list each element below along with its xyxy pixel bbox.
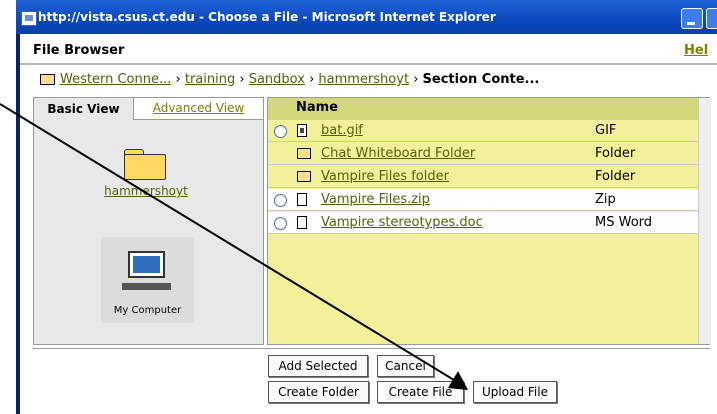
my-computer-label: My Computer [113,305,182,316]
breadcrumb-separator: › [175,72,181,87]
folder-icon [297,148,311,159]
divider [33,348,710,349]
create-file-button[interactable]: Create File [377,381,464,403]
name-column-header[interactable]: Name [296,100,338,115]
maximize-button[interactable] [706,8,717,29]
help-link[interactable]: Hel [684,43,708,58]
upload-file-button[interactable]: Upload File [473,381,557,403]
file-type: GIF [595,123,617,138]
ie-page-icon [21,11,37,26]
file-name-link[interactable]: Vampire stereotypes.doc [321,215,483,230]
breadcrumb-current: Section Conte... [422,72,540,87]
file-name-link[interactable]: Vampire Files folder [321,169,449,184]
select-radio[interactable] [274,194,287,207]
create-folder-button[interactable]: Create Folder [268,381,369,403]
file-icon [297,193,307,206]
tab-basic-view[interactable]: Basic View [34,98,134,120]
file-name-link[interactable]: Chat Whiteboard Folder [321,146,475,161]
computer-icon [128,251,165,278]
tab-advanced-view[interactable]: Advanced View [134,98,263,120]
file-icon [297,216,307,229]
file-type: Folder [595,169,636,184]
minimize-button[interactable] [681,8,703,29]
file-type: Zip [595,192,616,207]
cancel-button[interactable]: Cancel [377,355,434,377]
breadcrumb-link[interactable]: Sandbox [249,72,305,87]
keyboard-icon [122,283,171,290]
breadcrumb-link[interactable]: training [185,72,235,87]
breadcrumb-separator: › [239,72,245,87]
file-type: Folder [595,146,636,161]
breadcrumb-separator: › [413,72,419,87]
folder-icon [297,171,311,182]
header-bar [20,39,717,65]
window-title: http://vista.csus.ct.edu - Choose a File… [38,10,496,24]
scrollbar[interactable] [698,98,711,344]
file-type: MS Word [595,215,653,230]
folder-icon[interactable] [124,149,167,180]
breadcrumb-link[interactable]: Western Conne... [60,72,171,87]
file-name-link[interactable]: Vampire Files.zip [321,192,430,207]
breadcrumb: Western Conne... › training › Sandbox › … [40,72,539,87]
page-title: File Browser [33,43,125,58]
breadcrumb-link[interactable]: hammershoyt [318,72,409,87]
file-name-link[interactable]: bat.gif [321,123,363,138]
select-radio[interactable] [274,125,287,138]
add-selected-button[interactable]: Add Selected [268,355,368,377]
image-file-icon [297,124,307,137]
breadcrumb-separator: › [309,72,315,87]
select-radio[interactable] [274,217,287,230]
folder-link[interactable]: hammershoyt [96,184,196,198]
